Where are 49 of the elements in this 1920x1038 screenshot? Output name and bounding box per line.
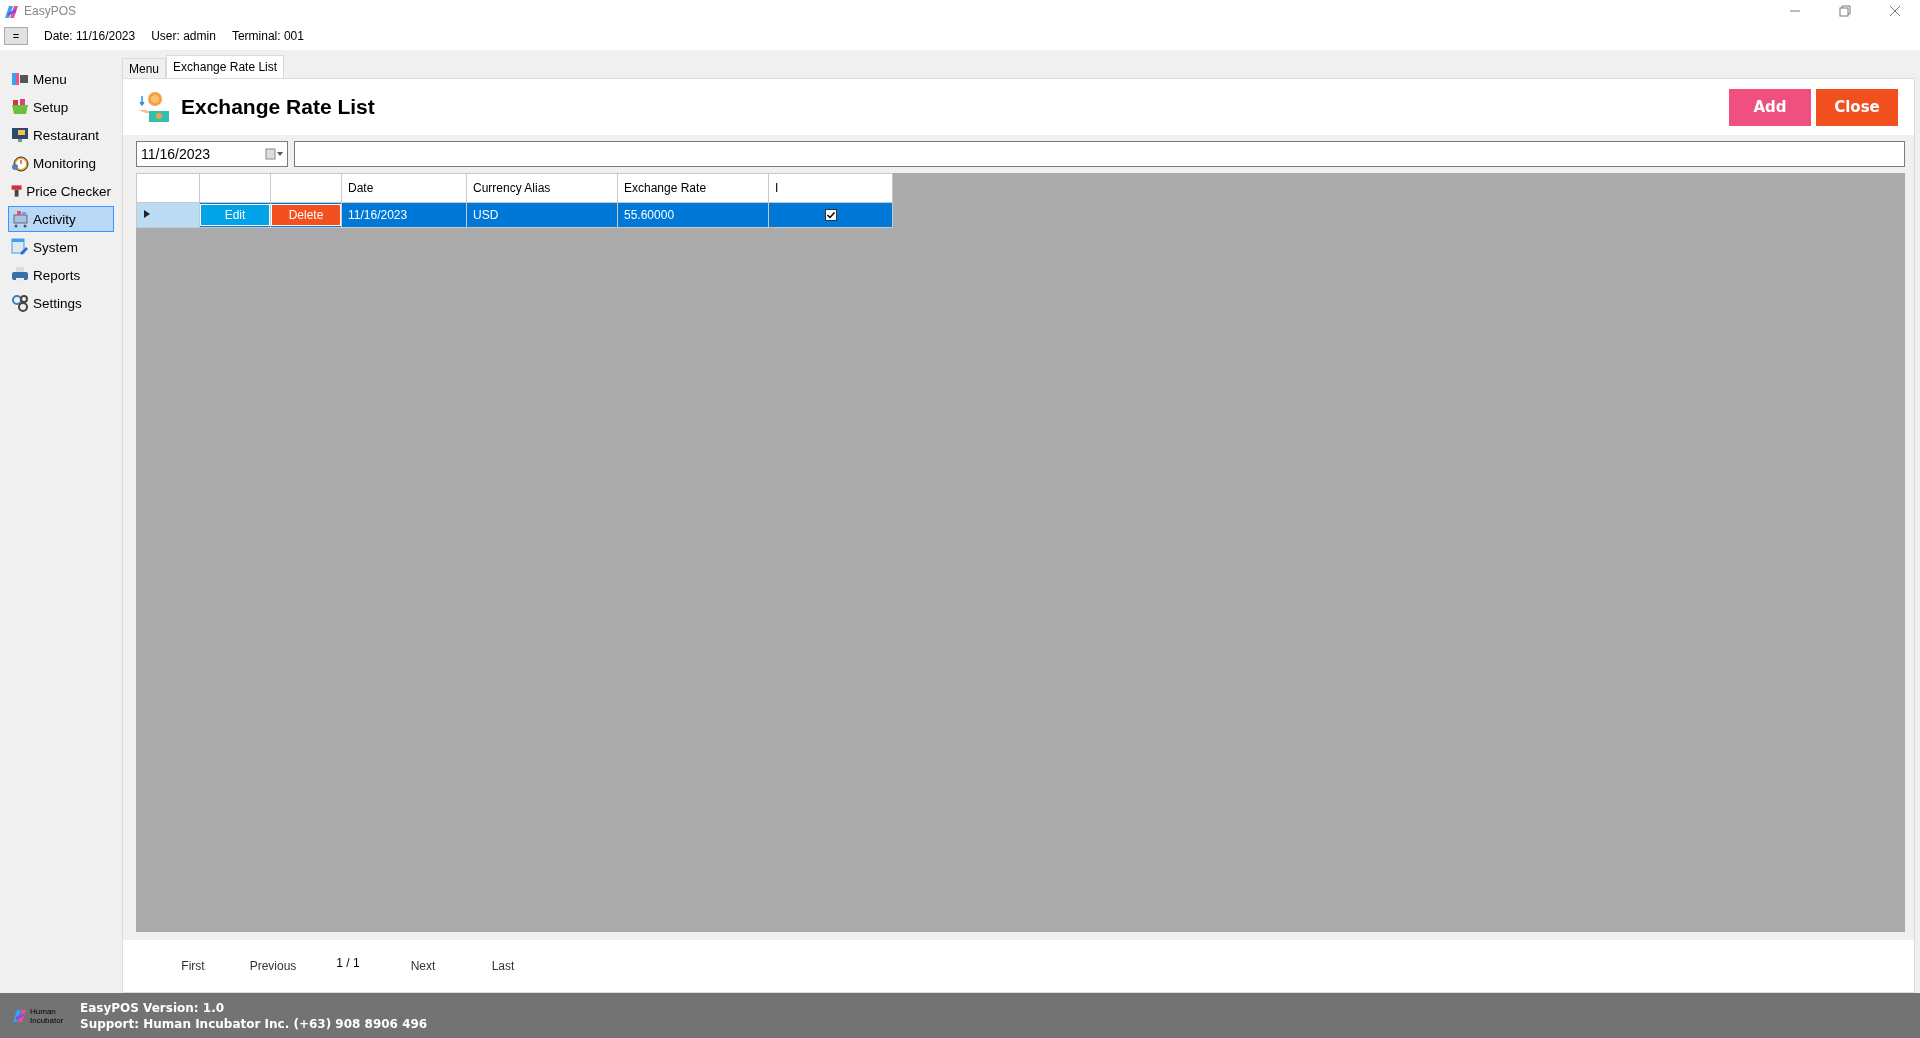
first-button[interactable]: First bbox=[153, 958, 233, 974]
user-label: User: admin bbox=[151, 29, 216, 43]
app-logo-icon bbox=[4, 4, 18, 18]
delete-button[interactable]: Delete bbox=[271, 204, 341, 226]
previous-button[interactable]: Previous bbox=[233, 958, 313, 974]
sidebar-item[interactable]: Price Checker bbox=[8, 178, 114, 204]
sidebar-item[interactable]: Restaurant bbox=[8, 122, 114, 148]
checkbox[interactable] bbox=[824, 209, 837, 221]
support-text: Support: Human Incubator Inc. (+63) 908 8906 496 bbox=[80, 1016, 428, 1031]
date-picker[interactable]: 11/16/2023 bbox=[136, 141, 288, 167]
close-icon[interactable] bbox=[1889, 5, 1901, 17]
page-indicator: 1 / 1 bbox=[335, 956, 361, 970]
sidebar-item[interactable]: System bbox=[8, 234, 114, 260]
cart-icon bbox=[11, 210, 29, 228]
calendar-dropdown-icon bbox=[265, 148, 283, 160]
table-cell: 55.60000 bbox=[617, 202, 769, 228]
gears-icon bbox=[11, 294, 29, 312]
table-cell: 11/16/2023 bbox=[341, 202, 467, 228]
column-header: I bbox=[768, 173, 893, 203]
window-title: EasyPOS bbox=[24, 4, 77, 18]
version-text: EasyPOS Version: 1.0 bbox=[80, 1000, 226, 1015]
page-title: Exchange Rate List bbox=[181, 95, 375, 119]
menu-button[interactable]: = bbox=[4, 27, 28, 45]
last-button[interactable]: Last bbox=[463, 958, 543, 974]
money-exchange-icon bbox=[137, 90, 171, 124]
tab[interactable]: Exchange Rate List bbox=[166, 55, 285, 78]
sidebar-item[interactable]: Reports bbox=[8, 262, 114, 288]
restore-icon[interactable] bbox=[1839, 5, 1851, 17]
search-field[interactable] bbox=[294, 141, 1905, 167]
monitor-icon bbox=[11, 126, 29, 144]
table-cell: USD bbox=[466, 202, 618, 228]
column-header: Exchange Rate bbox=[617, 173, 769, 203]
sidebar-item[interactable]: Activity bbox=[8, 206, 114, 232]
date-label: Date: 11/16/2023 bbox=[44, 29, 136, 43]
action-button[interactable]: Close bbox=[1816, 88, 1898, 126]
table-edit-icon bbox=[11, 238, 29, 256]
company-logo-icon bbox=[12, 1007, 28, 1024]
sidebar-item[interactable]: Monitoring bbox=[8, 150, 114, 176]
basket-icon bbox=[11, 98, 29, 116]
column-header: Currency Alias bbox=[466, 173, 618, 203]
sidebar-item[interactable]: Setup bbox=[8, 94, 114, 120]
logo-text: Human Incubator bbox=[30, 1006, 65, 1025]
terminal-label: Terminal: 001 bbox=[231, 29, 304, 43]
next-button[interactable]: Next bbox=[383, 958, 463, 974]
column-header: Date bbox=[341, 173, 467, 203]
stopwatch-icon bbox=[11, 154, 29, 172]
sidebar-item[interactable]: Menu bbox=[8, 66, 114, 92]
sidebar-item[interactable]: Settings bbox=[8, 290, 114, 316]
tab[interactable]: Menu bbox=[122, 58, 167, 78]
